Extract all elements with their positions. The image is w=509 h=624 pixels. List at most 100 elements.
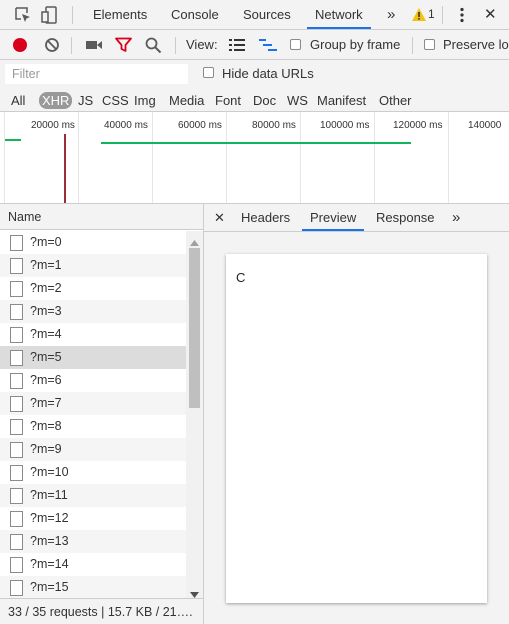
request-name: ?m=15 <box>30 580 69 594</box>
file-icon <box>10 580 23 596</box>
inspect-element-icon[interactable] <box>13 5 33 25</box>
divider <box>442 6 443 24</box>
type-filter-css[interactable]: CSS <box>102 92 129 109</box>
tab-response[interactable]: Response <box>376 204 435 231</box>
file-icon <box>10 373 23 389</box>
close-devtools-button[interactable]: ✕ <box>484 0 497 29</box>
filter-row: Hide data URLs <box>0 60 509 88</box>
request-name: ?m=12 <box>30 511 69 525</box>
request-name: ?m=8 <box>30 419 62 433</box>
preserve-log-checkbox[interactable] <box>424 39 435 50</box>
tab-network[interactable]: Network <box>307 0 371 29</box>
request-timing-bar <box>5 139 21 141</box>
timeline-tick: 20000 ms <box>31 120 75 131</box>
requests-list: ?m=0 ?m=1 ?m=2 ?m=3 ?m=4 ?m=5 ?m=6 ?m=7 … <box>0 231 186 598</box>
request-details-panel: ✕ Headers Preview Response » C <box>204 204 509 624</box>
timeline-tick: 120000 ms <box>393 120 443 131</box>
type-filter-doc[interactable]: Doc <box>253 92 276 109</box>
screenshots-camera-icon[interactable] <box>85 38 103 55</box>
scrollbar-thumb[interactable] <box>189 248 200 408</box>
large-rows-icon[interactable] <box>229 39 245 54</box>
tab-headers[interactable]: Headers <box>241 204 290 231</box>
request-row[interactable]: ?m=3 <box>0 300 186 323</box>
file-icon <box>10 258 23 274</box>
request-row-selected[interactable]: ?m=5 <box>0 346 186 369</box>
warning-count[interactable]: 1 <box>428 0 435 29</box>
scroll-up-arrow-icon[interactable] <box>190 235 199 249</box>
grid-line <box>448 112 449 203</box>
more-options-icon[interactable] <box>452 5 472 25</box>
divider <box>71 37 72 54</box>
file-icon <box>10 534 23 550</box>
record-icon[interactable] <box>12 37 28 56</box>
request-row[interactable]: ?m=2 <box>0 277 186 300</box>
request-row[interactable]: ?m=11 <box>0 484 186 507</box>
request-row[interactable]: ?m=8 <box>0 415 186 438</box>
request-name: ?m=5 <box>30 350 62 364</box>
file-icon <box>10 557 23 573</box>
timeline-tick: 80000 ms <box>252 120 296 131</box>
timeline-tick: 60000 ms <box>178 120 222 131</box>
file-icon <box>10 465 23 481</box>
close-details-button[interactable]: ✕ <box>214 204 225 231</box>
hide-data-urls-checkbox[interactable] <box>203 67 214 78</box>
request-row[interactable]: ?m=13 <box>0 530 186 553</box>
file-icon <box>10 327 23 343</box>
type-filter-media[interactable]: Media <box>169 92 204 109</box>
filter-icon[interactable] <box>115 37 132 56</box>
request-name: ?m=9 <box>30 442 62 456</box>
timeline-tick: 40000 ms <box>104 120 148 131</box>
requests-summary-status: 33 / 35 requests | 15.7 KB / 21…. <box>0 598 203 624</box>
warning-icon[interactable] <box>411 7 427 23</box>
request-row[interactable]: ?m=0 <box>0 231 186 254</box>
preview-frame: C <box>226 254 487 603</box>
tab-sources[interactable]: Sources <box>243 0 291 29</box>
requests-scrollbar[interactable] <box>186 231 203 598</box>
tab-console[interactable]: Console <box>171 0 219 29</box>
filter-input[interactable] <box>5 64 188 84</box>
type-filter-font[interactable]: Font <box>215 92 241 109</box>
divider <box>72 6 73 24</box>
group-by-frame-label: Group by frame <box>310 37 401 52</box>
request-name: ?m=4 <box>30 327 62 341</box>
more-tabs-button[interactable]: » <box>387 0 395 29</box>
resource-type-filters: All XHR JS CSS Img Media Font Doc WS Man… <box>0 88 509 112</box>
type-filter-img[interactable]: Img <box>134 92 156 109</box>
tab-preview[interactable]: Preview <box>302 204 365 231</box>
type-filter-ws[interactable]: WS <box>287 92 308 109</box>
file-icon <box>10 304 23 320</box>
request-row[interactable]: ?m=4 <box>0 323 186 346</box>
clear-icon[interactable] <box>44 37 60 56</box>
more-detail-tabs-button[interactable]: » <box>452 204 460 231</box>
request-row[interactable]: ?m=14 <box>0 553 186 576</box>
request-name: ?m=3 <box>30 304 62 318</box>
request-row[interactable]: ?m=1 <box>0 254 186 277</box>
file-icon <box>10 419 23 435</box>
request-row[interactable]: ?m=7 <box>0 392 186 415</box>
request-row[interactable]: ?m=15 <box>0 576 186 598</box>
group-by-frame-checkbox[interactable] <box>290 39 301 50</box>
request-name: ?m=10 <box>30 465 69 479</box>
request-row[interactable]: ?m=10 <box>0 461 186 484</box>
request-row[interactable]: ?m=12 <box>0 507 186 530</box>
request-timing-bar <box>101 142 411 144</box>
network-overview-timeline[interactable]: 20000 ms 40000 ms 60000 ms 80000 ms 1000… <box>0 112 509 204</box>
name-column-header[interactable]: Name <box>0 204 203 230</box>
type-filter-other[interactable]: Other <box>379 92 412 109</box>
device-toolbar-icon[interactable] <box>40 5 60 25</box>
search-icon[interactable] <box>145 37 162 57</box>
request-name: ?m=6 <box>30 373 62 387</box>
grid-line <box>4 112 5 203</box>
request-row[interactable]: ?m=9 <box>0 438 186 461</box>
type-filter-js[interactable]: JS <box>78 92 93 109</box>
request-row[interactable]: ?m=6 <box>0 369 186 392</box>
divider <box>412 37 413 54</box>
type-filter-all[interactable]: All <box>11 92 25 109</box>
tab-elements[interactable]: Elements <box>93 0 147 29</box>
type-filter-manifest[interactable]: Manifest <box>317 92 366 109</box>
devtools-tab-bar: Elements Console Sources Network » 1 ✕ <box>0 0 509 30</box>
waterfall-overview-icon[interactable] <box>259 39 277 54</box>
preserve-log-label: Preserve lo <box>443 37 509 52</box>
type-filter-xhr[interactable]: XHR <box>39 92 73 109</box>
file-icon <box>10 488 23 504</box>
